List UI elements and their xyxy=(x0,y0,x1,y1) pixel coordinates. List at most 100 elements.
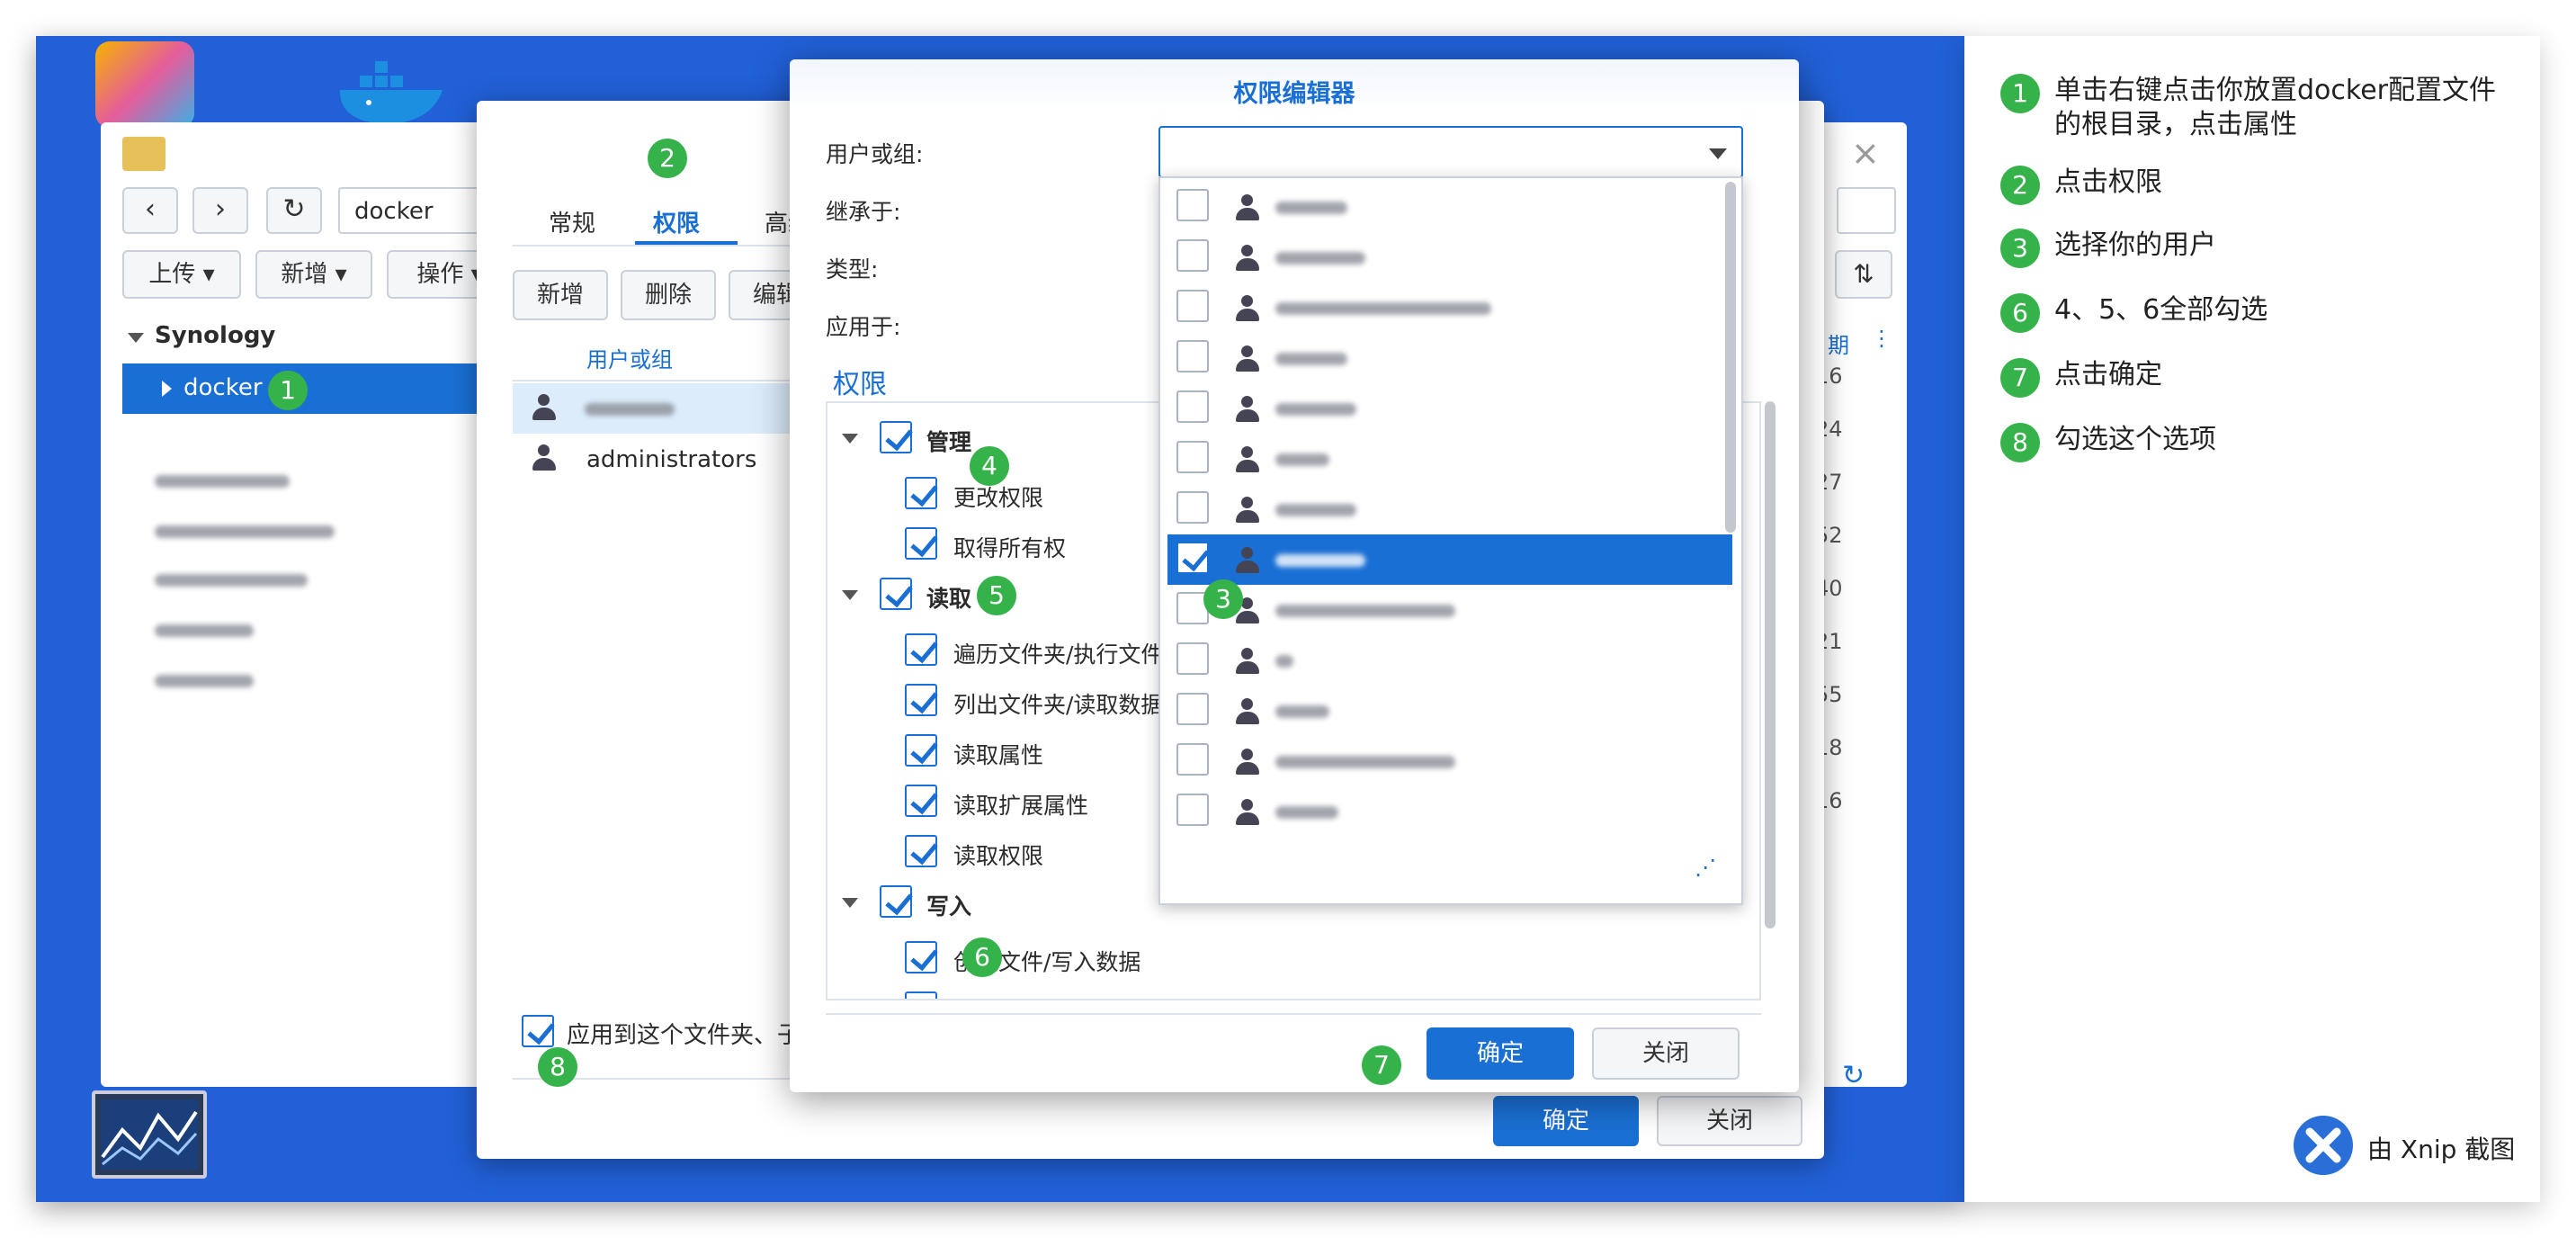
user-list-item[interactable] xyxy=(1167,534,1732,585)
step-text: 点击权限 xyxy=(2054,166,2162,198)
user-icon xyxy=(1234,547,1261,574)
tree-item-docker[interactable]: docker xyxy=(122,363,500,414)
permission-label: 创建文件夹/附加数据 xyxy=(953,995,1163,999)
user-list-item[interactable] xyxy=(1167,333,1707,383)
label-inherit: 继承于: xyxy=(826,199,901,225)
group-checkbox[interactable] xyxy=(880,885,912,918)
forward-button[interactable]: › xyxy=(192,187,248,234)
user-list-item[interactable] xyxy=(1167,585,1707,635)
user-icon xyxy=(1234,749,1261,776)
permission-checkbox[interactable] xyxy=(905,785,937,817)
user-checkbox[interactable] xyxy=(1176,340,1209,372)
user-list-item[interactable] xyxy=(1167,232,1707,283)
label-apply: 应用于: xyxy=(826,314,901,340)
collapse-icon[interactable] xyxy=(842,590,858,600)
user-checkbox[interactable] xyxy=(1176,491,1209,524)
group-icon xyxy=(1234,345,1261,372)
date-column-header[interactable]: 期 xyxy=(1828,327,1849,359)
user-checkbox[interactable] xyxy=(1176,542,1209,574)
user-checkbox[interactable] xyxy=(1176,693,1209,725)
apply-subfolder-checkbox[interactable] xyxy=(522,1015,554,1047)
step-badge: 2 xyxy=(2000,166,2040,205)
desktop: × ‹ › ↻ docker 上传 ▾ 新增 ▾ 操作 ▾ ⇅ Synology… xyxy=(36,36,1964,1202)
user-list-item[interactable] xyxy=(1167,383,1707,434)
user-list-item[interactable] xyxy=(1167,434,1707,484)
label-type: 类型: xyxy=(826,256,879,283)
permission-label: 列出文件夹/读取数据 xyxy=(953,692,1164,718)
user-checkbox[interactable] xyxy=(1176,390,1209,423)
collapse-icon[interactable] xyxy=(842,898,858,908)
add-button[interactable]: 新增 xyxy=(513,270,608,320)
ok-button[interactable]: 确定 xyxy=(1493,1096,1639,1146)
permission-checkbox[interactable] xyxy=(905,527,937,560)
step-badge: 1 xyxy=(2000,74,2040,113)
footer-divider xyxy=(826,1013,1761,1015)
badge-3: 3 xyxy=(1203,579,1243,619)
group-icon xyxy=(531,444,558,471)
user-list-item[interactable] xyxy=(1167,182,1707,232)
badge-2: 2 xyxy=(648,139,687,178)
group-icon xyxy=(1234,698,1261,725)
user-checkbox[interactable] xyxy=(1176,189,1209,221)
docker-icon[interactable] xyxy=(333,58,450,130)
refresh-button[interactable]: ↻ xyxy=(266,187,322,234)
group-icon xyxy=(1234,295,1261,322)
upload-button[interactable]: 上传 ▾ xyxy=(122,250,241,299)
permission-label: 读取权限 xyxy=(953,843,1044,869)
folder-icon xyxy=(122,137,165,171)
permission-item[interactable]: 创建文件夹/附加数据 xyxy=(827,986,1727,999)
search-input[interactable] xyxy=(1837,187,1896,234)
group-icon xyxy=(1234,648,1261,675)
user-checkbox[interactable] xyxy=(1176,290,1209,322)
scrollbar[interactable] xyxy=(1725,182,1736,533)
user-list-item[interactable] xyxy=(1167,283,1707,333)
permission-checkbox[interactable] xyxy=(905,941,937,973)
badge-5: 5 xyxy=(977,576,1016,615)
ok-button[interactable]: 确定 xyxy=(1427,1027,1574,1080)
user-list-item[interactable] xyxy=(1167,736,1707,786)
user-checkbox[interactable] xyxy=(1176,794,1209,826)
tree-item-label: docker xyxy=(183,374,263,401)
user-list-item[interactable] xyxy=(1167,786,1707,837)
tab-general[interactable]: 常规 xyxy=(549,205,595,238)
permission-checkbox[interactable] xyxy=(905,835,937,867)
permission-checkbox[interactable] xyxy=(905,684,937,716)
group-checkbox[interactable] xyxy=(880,421,912,453)
user-group-select[interactable] xyxy=(1158,126,1743,178)
close-button[interactable]: 关闭 xyxy=(1592,1027,1740,1080)
group-label: 写入 xyxy=(926,893,972,920)
package-center-icon[interactable] xyxy=(95,41,194,128)
user-checkbox[interactable] xyxy=(1176,743,1209,776)
permission-checkbox[interactable] xyxy=(905,991,937,999)
back-button[interactable]: ‹ xyxy=(122,187,178,234)
close-button[interactable]: 关闭 xyxy=(1657,1096,1802,1146)
dialog-title: 权限编辑器 xyxy=(1233,80,1355,108)
tab-permission[interactable]: 权限 xyxy=(653,205,700,238)
user-checkbox[interactable] xyxy=(1176,239,1209,272)
user-checkbox[interactable] xyxy=(1176,441,1209,473)
new-button[interactable]: 新增 ▾ xyxy=(255,250,372,299)
scrollbar[interactable] xyxy=(1765,401,1775,928)
user-dropdown-list[interactable]: ⋰ xyxy=(1158,176,1743,905)
user-checkbox[interactable] xyxy=(1176,642,1209,675)
tree-expand-icon[interactable] xyxy=(128,333,144,343)
group-checkbox[interactable] xyxy=(880,578,912,610)
permission-checkbox[interactable] xyxy=(905,734,937,767)
user-icon xyxy=(1234,446,1261,473)
user-list-item[interactable] xyxy=(1167,484,1707,534)
user-list-item[interactable] xyxy=(1167,635,1707,686)
delete-button[interactable]: 删除 xyxy=(621,270,716,320)
user-list-item[interactable] xyxy=(1167,686,1707,736)
refresh-icon[interactable]: ↻ xyxy=(1842,1060,1865,1091)
collapse-icon[interactable] xyxy=(842,434,858,444)
apply-subfolder-label: 应用到这个文件夹、子 xyxy=(567,1022,801,1049)
tree-root[interactable]: Synology xyxy=(155,322,275,349)
resource-monitor-icon[interactable] xyxy=(92,1090,207,1179)
permission-checkbox[interactable] xyxy=(905,633,937,666)
permission-checkbox[interactable] xyxy=(905,477,937,509)
sort-button[interactable]: ⇅ xyxy=(1835,250,1892,299)
column-menu-icon[interactable]: ⋮ xyxy=(1871,326,1892,351)
permission-label: 读取扩展属性 xyxy=(953,793,1089,819)
close-icon[interactable]: × xyxy=(1851,133,1880,173)
column-header-user[interactable]: 用户或组 xyxy=(586,342,673,373)
